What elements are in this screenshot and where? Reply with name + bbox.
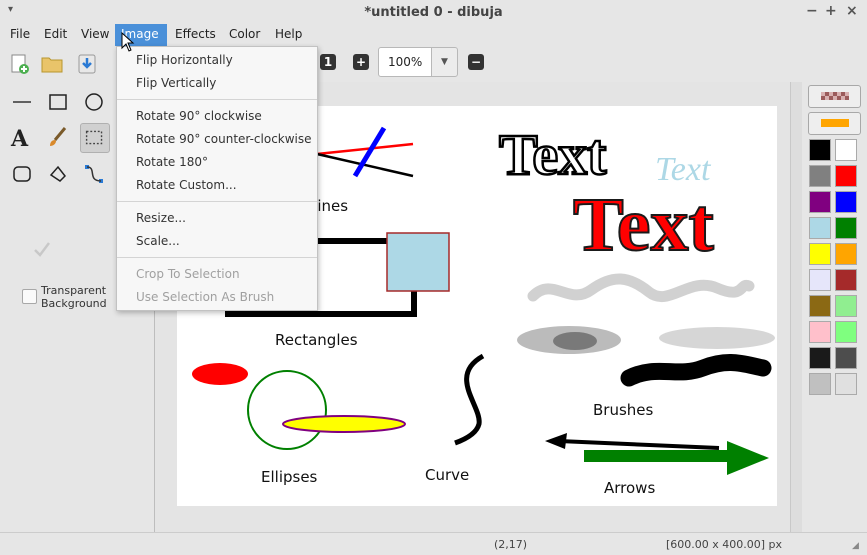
color-swatch[interactable] xyxy=(809,191,831,213)
menu-view[interactable]: View xyxy=(75,24,115,46)
checkmark-icon xyxy=(34,242,50,257)
brushes-label: Brushes xyxy=(593,401,654,419)
new-image-icon[interactable] xyxy=(9,53,31,75)
ellipses-label: Ellipses xyxy=(261,468,318,486)
menu-file[interactable]: File xyxy=(4,24,36,46)
menu-edit[interactable]: Edit xyxy=(38,24,73,46)
menu-item-rotate-90-ccw[interactable]: Rotate 90° counter-clockwise xyxy=(117,128,317,150)
color-swatch[interactable] xyxy=(835,269,857,291)
menu-item-use-selection-as-brush: Use Selection As Brush xyxy=(136,290,275,304)
lines-group xyxy=(316,126,414,178)
color-swatch[interactable] xyxy=(835,373,857,395)
menu-help[interactable]: Help xyxy=(269,24,308,46)
color-swatch[interactable] xyxy=(835,139,857,161)
resize-grip-icon[interactable]: ◢ xyxy=(852,541,859,551)
color-swatch[interactable] xyxy=(809,165,831,187)
color-swatch[interactable] xyxy=(835,191,857,213)
rectangles-label: Rectangles xyxy=(275,331,358,349)
vertical-scrollbar[interactable] xyxy=(790,82,802,532)
color-swatch[interactable] xyxy=(809,139,831,161)
menu-item-crop-to-selection: Crop To Selection xyxy=(136,267,240,281)
primary-color-button[interactable] xyxy=(808,112,861,135)
outline-text: Text xyxy=(499,122,607,187)
color-swatch[interactable] xyxy=(809,243,831,265)
menu-item-rotate-90-cw[interactable]: Rotate 90° clockwise xyxy=(117,105,317,127)
save-icon[interactable] xyxy=(76,53,98,75)
close-icon[interactable]: × xyxy=(846,3,858,19)
color-swatch[interactable] xyxy=(835,165,857,187)
free-select-tool-icon[interactable] xyxy=(43,159,73,189)
menu-item-scale[interactable]: Scale... xyxy=(117,230,317,252)
status-bar: (2,17) [600.00 x 400.00] px ◢ xyxy=(0,532,867,555)
open-folder-icon[interactable] xyxy=(41,53,63,75)
arrows-label: Arrows xyxy=(604,479,655,497)
menu-separator xyxy=(117,99,317,100)
zoom-dropdown-button[interactable]: ▼ xyxy=(431,47,458,77)
curve-label: Curve xyxy=(425,466,469,484)
menu-item-resize[interactable]: Resize... xyxy=(117,207,317,229)
big-text: Text xyxy=(573,183,714,267)
menu-item-flip-vertically[interactable]: Flip Vertically xyxy=(117,72,317,94)
minimize-icon[interactable]: − xyxy=(806,3,818,19)
color-swatch[interactable] xyxy=(835,217,857,239)
rectangle-tool-icon[interactable] xyxy=(43,87,73,117)
color-swatch[interactable] xyxy=(835,243,857,265)
menu-item-rotate-custom[interactable]: Rotate Custom... xyxy=(117,174,317,196)
menu-separator xyxy=(117,201,317,202)
color-swatch[interactable] xyxy=(835,347,857,369)
rectangle-select-tool-icon[interactable] xyxy=(80,123,110,153)
text-tool-icon[interactable]: A xyxy=(7,123,37,153)
color-swatch[interactable] xyxy=(809,373,831,395)
color-palette xyxy=(802,82,867,532)
zoom-out-button[interactable]: − xyxy=(468,54,484,70)
title-bar: ▾ *untitled 0 - dibuja − + × xyxy=(0,0,867,25)
primary-color-preview xyxy=(821,119,849,127)
curve-shape xyxy=(454,353,485,446)
zoom-input[interactable]: 100% xyxy=(378,47,432,77)
line-tool-icon[interactable] xyxy=(7,87,37,117)
image-size: [600.00 x 400.00] px xyxy=(666,538,783,551)
transparent-color-button[interactable] xyxy=(808,85,861,108)
paintbrush-tool-icon[interactable] xyxy=(43,123,73,153)
window-title: *untitled 0 - dibuja xyxy=(364,5,503,20)
color-swatch[interactable] xyxy=(809,321,831,343)
menu-item-flip-horizontally[interactable]: Flip Horizontally xyxy=(117,49,317,71)
ellipse-tool-icon[interactable] xyxy=(79,87,109,117)
color-swatch[interactable] xyxy=(809,347,831,369)
menu-separator xyxy=(117,257,317,258)
menu-item-rotate-180[interactable]: Rotate 180° xyxy=(117,151,317,173)
color-swatch[interactable] xyxy=(835,321,857,343)
rounded-rectangle-tool-icon[interactable] xyxy=(7,159,37,189)
brushes-group xyxy=(517,273,775,387)
curve-tool-icon[interactable] xyxy=(79,159,109,189)
color-swatch[interactable] xyxy=(835,295,857,317)
menu-color[interactable]: Color xyxy=(223,24,266,46)
maximize-icon[interactable]: + xyxy=(825,3,837,19)
image-menu-dropdown: Flip Horizontally Flip Vertically Rotate… xyxy=(116,46,318,311)
menu-effects[interactable]: Effects xyxy=(169,24,222,46)
svg-text:A: A xyxy=(10,126,29,152)
ellipses-group xyxy=(192,363,406,450)
mouse-pointer-icon xyxy=(121,32,135,52)
cursor-position: (2,17) xyxy=(494,538,528,551)
zoom-in-button[interactable]: + xyxy=(353,54,369,70)
zoom-one-button[interactable]: 1 xyxy=(320,54,336,70)
color-swatch[interactable] xyxy=(809,295,831,317)
arrows-group xyxy=(545,433,769,475)
color-swatch[interactable] xyxy=(809,269,831,291)
color-swatch[interactable] xyxy=(809,217,831,239)
transparent-background-checkbox[interactable] xyxy=(22,289,37,304)
